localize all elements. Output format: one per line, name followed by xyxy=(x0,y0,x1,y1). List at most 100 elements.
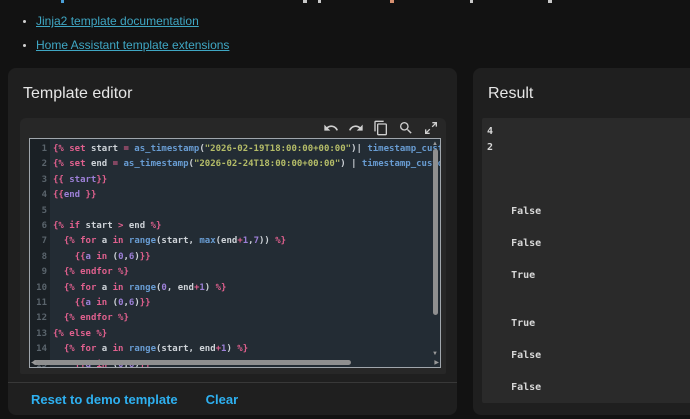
code-token xyxy=(53,283,64,293)
editor-footer: Reset to demo template Clear xyxy=(8,382,457,416)
template-result-output: 4 2 False False True True False False xyxy=(482,118,690,403)
clipped-text-fragment xyxy=(318,0,321,3)
code-token: timestamp_cust xyxy=(362,144,440,154)
list-item: Home Assistant template extensions xyxy=(23,33,229,57)
code-token: , xyxy=(167,283,178,293)
clipped-text-fragment xyxy=(303,0,307,3)
code-token: ) | xyxy=(340,159,356,169)
scroll-left-arrow-icon[interactable]: ◀ xyxy=(31,360,36,366)
code-token: {{ xyxy=(53,175,64,185)
code-token: end xyxy=(178,283,194,293)
code-token: {% xyxy=(53,329,64,339)
clipped-text-fragment xyxy=(390,0,394,3)
template-editor-card: Template editor 123456789101112131415 {%… xyxy=(8,68,457,415)
code-line[interactable]: {% for a in range(start, end+1) %} xyxy=(53,342,440,357)
code-token: end xyxy=(199,344,215,354)
code-token: end xyxy=(64,190,86,200)
code-token: range xyxy=(123,344,156,354)
code-token: %} xyxy=(232,344,248,354)
code-token: %} xyxy=(113,313,129,323)
code-token: = xyxy=(107,159,118,169)
code-token: set xyxy=(64,159,86,169)
line-number: 9 xyxy=(30,265,47,280)
code-token: end xyxy=(123,221,145,231)
code-token: in xyxy=(91,298,107,308)
code-token: else xyxy=(64,329,91,339)
code-line[interactable]: {% if start > end %} xyxy=(53,219,440,234)
code-token: start xyxy=(161,344,188,354)
code-line[interactable]: {{end }} xyxy=(53,188,440,203)
code-token: in xyxy=(107,236,123,246)
redo-icon[interactable] xyxy=(348,120,364,136)
line-number: 1 xyxy=(30,142,47,157)
clipped-text-fragment xyxy=(470,0,473,3)
code-token: range xyxy=(123,236,156,246)
line-number: 6 xyxy=(30,219,47,234)
reset-demo-template-button[interactable]: Reset to demo template xyxy=(23,384,186,415)
code-line[interactable]: {{ start}} xyxy=(53,173,440,188)
code-line[interactable]: {{a in (0,6)}} xyxy=(53,296,440,311)
code-token xyxy=(53,344,64,354)
code-token: start xyxy=(64,175,97,185)
line-number: 5 xyxy=(30,204,47,219)
jinja2-docs-link[interactable]: Jinja2 template documentation xyxy=(36,14,199,28)
code-token: ( xyxy=(107,298,118,308)
scroll-down-arrow-icon[interactable]: ▼ xyxy=(432,351,438,357)
code-content[interactable]: {% set start = as_timestamp("2026-02-19T… xyxy=(50,139,440,367)
code-token xyxy=(53,267,64,277)
code-token: range xyxy=(123,283,156,293)
code-token: start xyxy=(80,221,113,231)
code-token: start xyxy=(161,236,188,246)
code-line[interactable]: {% endfor %} xyxy=(53,311,440,326)
code-token: a xyxy=(96,344,107,354)
code-line[interactable]: {% else %} xyxy=(53,327,440,342)
search-icon[interactable] xyxy=(398,120,414,136)
code-token: for xyxy=(75,283,97,293)
line-number: 11 xyxy=(30,296,47,311)
code-line[interactable]: {% for a in range(start, max(end+1,7)) %… xyxy=(53,234,440,249)
clear-button[interactable]: Clear xyxy=(198,384,247,415)
code-editor[interactable]: 123456789101112131415 {% set start = as_… xyxy=(29,138,441,368)
line-number: 10 xyxy=(30,281,47,296)
code-token: in xyxy=(107,344,123,354)
code-token: if xyxy=(64,221,80,231)
code-line[interactable]: {% set start = as_timestamp("2026-02-19T… xyxy=(53,142,440,157)
page: { "colors": { "accent_button": "#2eb0f0"… xyxy=(0,0,690,419)
result-title: Result xyxy=(488,85,533,103)
code-token: in xyxy=(91,252,107,262)
horizontal-scrollbar[interactable] xyxy=(33,360,351,365)
code-token: endfor xyxy=(75,313,113,323)
code-token: {% xyxy=(64,267,75,277)
scroll-up-arrow-icon[interactable]: ▲ xyxy=(432,141,438,147)
code-token: start xyxy=(86,144,119,154)
code-token: {% xyxy=(53,221,64,231)
code-token: )) xyxy=(259,236,270,246)
result-card: Result 4 2 False False True True False F… xyxy=(473,68,690,415)
code-token: %} xyxy=(113,267,129,277)
code-token: %} xyxy=(145,221,161,231)
clipped-text-fragment xyxy=(548,0,552,3)
code-token: as_timestamp xyxy=(118,159,188,169)
code-token: end xyxy=(86,159,108,169)
code-token xyxy=(53,298,75,308)
vertical-scrollbar[interactable] xyxy=(433,149,438,315)
line-number: 2 xyxy=(30,157,47,172)
code-token: }} xyxy=(86,190,97,200)
code-line[interactable]: {% endfor %} xyxy=(53,265,440,280)
code-line[interactable]: {% for a in range(0, end+1) %} xyxy=(53,281,440,296)
expand-icon[interactable] xyxy=(423,120,439,136)
code-line[interactable] xyxy=(53,204,440,219)
line-number: 14 xyxy=(30,342,47,357)
code-token: for xyxy=(75,344,97,354)
code-token: endfor xyxy=(75,267,113,277)
code-token: in xyxy=(107,283,123,293)
code-token: {% xyxy=(53,159,64,169)
code-token: %} xyxy=(91,329,107,339)
code-line[interactable]: {{a in (0,6)}} xyxy=(53,250,440,265)
undo-icon[interactable] xyxy=(323,120,339,136)
scroll-right-arrow-icon[interactable]: ▶ xyxy=(434,360,439,366)
code-token: set xyxy=(64,144,86,154)
copy-icon[interactable] xyxy=(373,120,389,136)
code-line[interactable]: {% set end = as_timestamp("2026-02-24T18… xyxy=(53,157,440,172)
ha-template-extensions-link[interactable]: Home Assistant template extensions xyxy=(36,38,229,52)
